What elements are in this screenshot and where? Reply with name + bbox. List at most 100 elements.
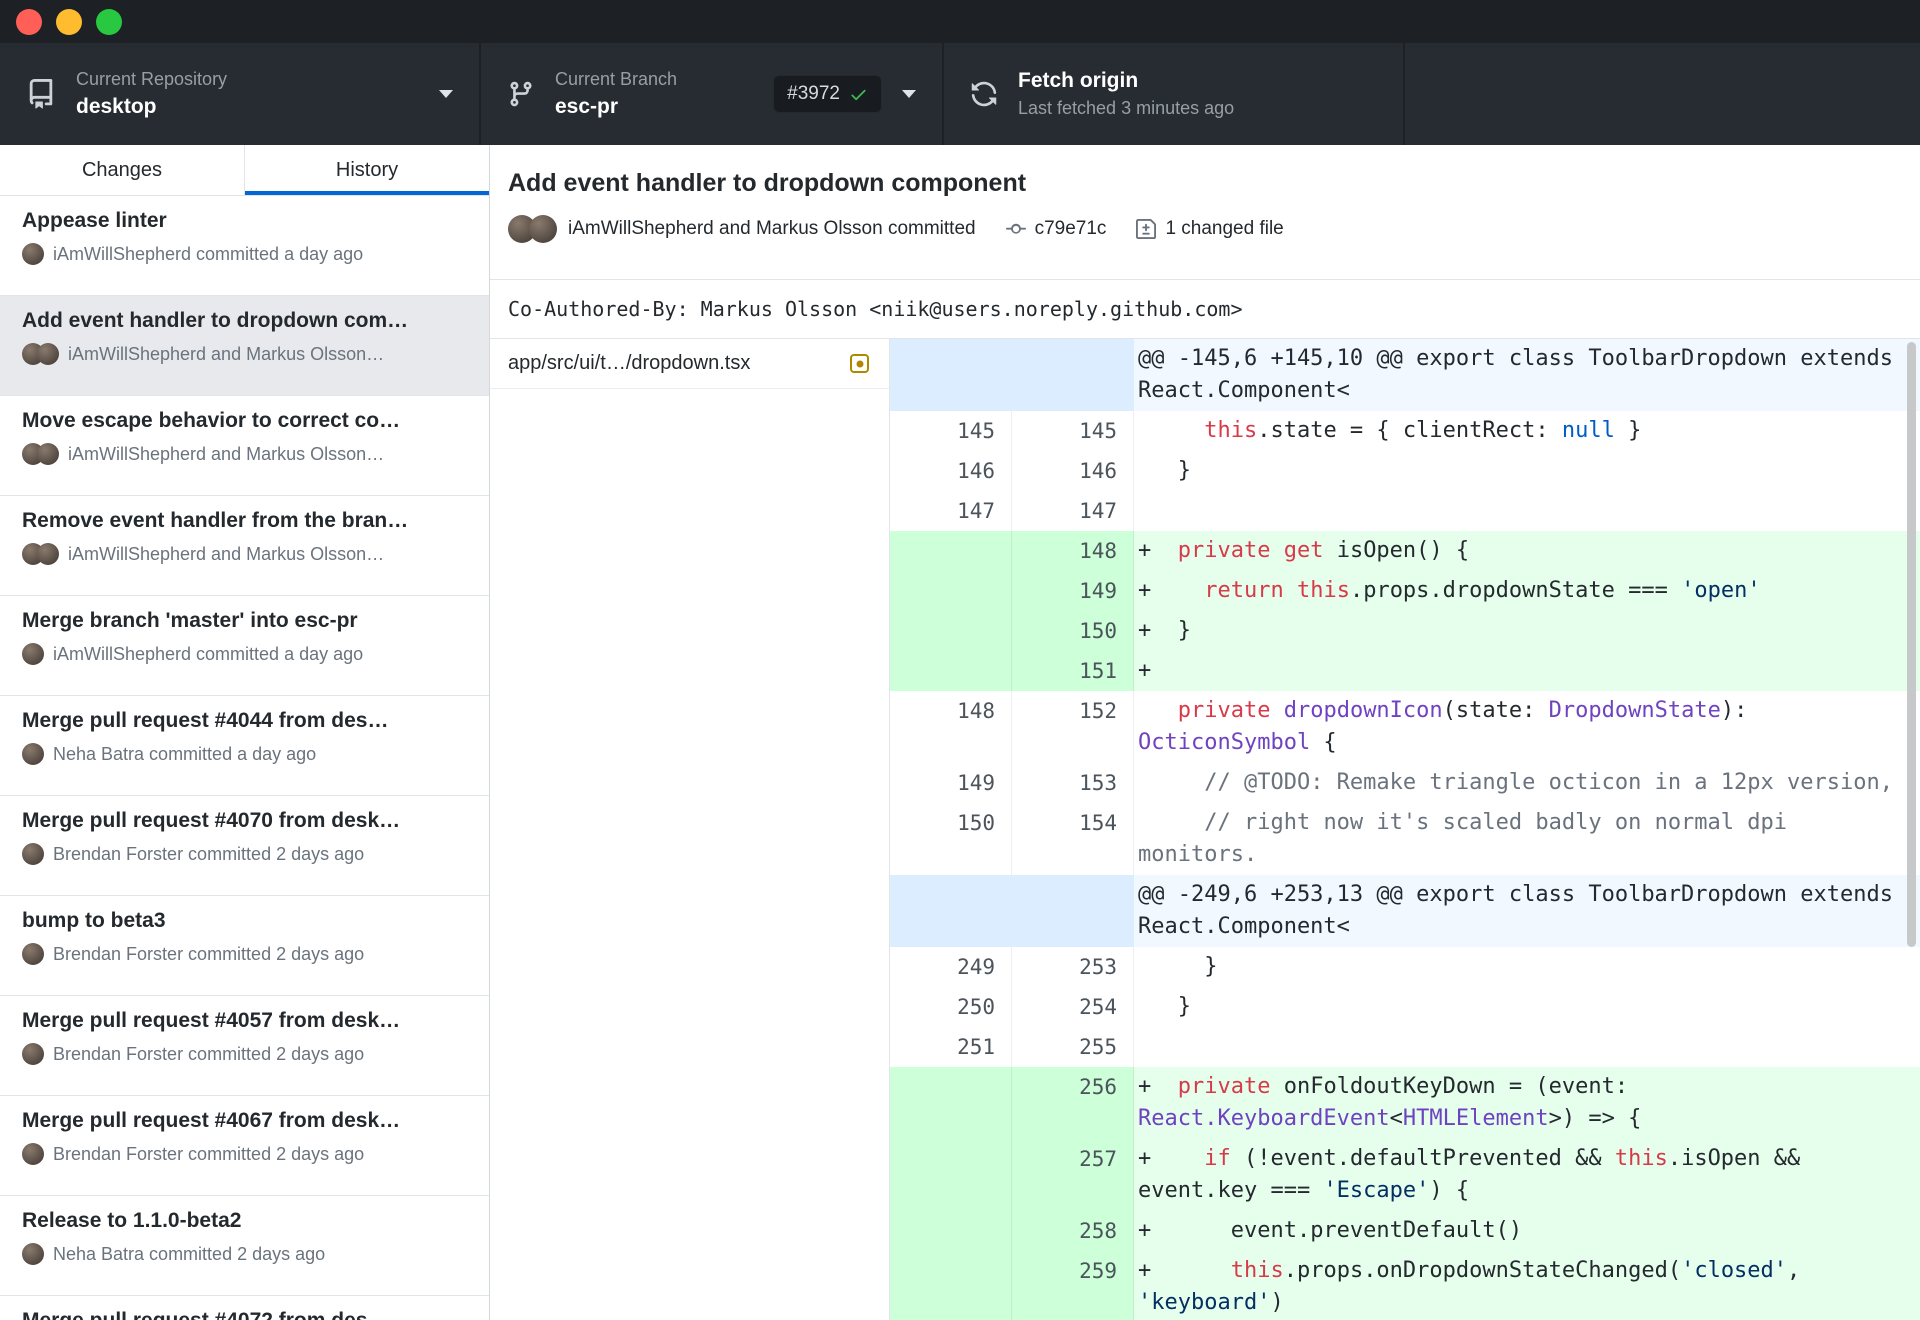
diff-hunk-header: @@ -145,6 +145,10 @@ export class Toolba…	[890, 339, 1920, 411]
commit-list-item[interactable]: Merge pull request #4070 from desk… Brend…	[0, 796, 489, 896]
committer-avatars	[22, 543, 59, 565]
diff-code-text: }	[1134, 947, 1920, 987]
committer-avatars	[22, 643, 44, 665]
commit-description: Co-Authored-By: Markus Olsson <niik@user…	[490, 279, 1920, 339]
sidebar: Changes History Appease linter iAmWillShe…	[0, 145, 490, 1320]
commit-item-title: Merge pull request #4072 from des…	[22, 1309, 469, 1320]
sidebar-tabs: Changes History	[0, 145, 489, 196]
commit-item-meta: iAmWillShepherd and Markus Olsson…	[22, 443, 469, 465]
commit-item-meta-text: iAmWillShepherd and Markus Olsson…	[68, 343, 385, 364]
fetch-origin-button[interactable]: Fetch origin Last fetched 3 minutes ago	[944, 43, 1405, 145]
committer-avatars	[22, 743, 44, 765]
zoom-button[interactable]	[96, 8, 122, 35]
commit-item-title: Merge pull request #4057 from desk…	[22, 1009, 401, 1032]
diff-code-text: // right now it's scaled badly on normal…	[1134, 803, 1920, 875]
commit-list-item[interactable]: Merge pull request #4044 from des… Neha B…	[0, 696, 489, 796]
committer-avatars	[22, 843, 44, 865]
commit-title: Add event handler to dropdown component	[508, 169, 1027, 197]
old-line-number: 145	[890, 411, 1012, 451]
commit-item-title: Release to 1.1.0-beta2	[22, 1209, 242, 1232]
avatar	[22, 843, 44, 865]
commit-item-title: bump to beta3	[22, 909, 166, 932]
commit-authors: iAmWillShepherd and Markus Olsson commit…	[568, 218, 976, 239]
repository-name: desktop	[76, 95, 157, 118]
commit-item-meta-text: iAmWillShepherd committed a day ago	[53, 243, 364, 264]
new-line-number: 259	[1012, 1251, 1134, 1320]
committer-avatars	[22, 343, 59, 365]
commit-list-item[interactable]: Merge pull request #4057 from desk… Brend…	[0, 996, 489, 1096]
old-line-number: 251	[890, 1027, 1012, 1067]
commit-list-item[interactable]: Merge branch 'master' into esc-pr iAmWill…	[0, 596, 489, 696]
diff-code-text: + private get isOpen() {	[1134, 531, 1920, 571]
diff-code-text: + event.preventDefault()	[1134, 1211, 1920, 1251]
committer-avatars	[22, 1143, 44, 1165]
diff-code-text: + if (!event.defaultPrevented && this.is…	[1134, 1139, 1920, 1211]
commit-item-meta: Brendan Forster committed 2 days ago	[22, 943, 469, 965]
diff-line: 250 254 }	[890, 987, 1920, 1027]
commit-sha: c79e71c	[1034, 218, 1107, 239]
close-button[interactable]	[16, 8, 42, 35]
commit-sha-group: c79e71c	[1005, 218, 1107, 240]
commit-item-meta: Brendan Forster committed 2 days ago	[22, 1043, 469, 1065]
file-diff-icon	[1136, 219, 1157, 239]
avatar	[529, 215, 557, 243]
old-line-number: 147	[890, 491, 1012, 531]
new-line-number: 257	[1012, 1139, 1134, 1211]
repo-icon	[26, 79, 56, 109]
diff-code-text: this.state = { clientRect: null }	[1134, 411, 1920, 451]
commit-item-title: Merge branch 'master' into esc-pr	[22, 609, 358, 632]
scrollbar-thumb[interactable]	[1907, 342, 1916, 947]
commit-item-title: Add event handler to dropdown com…	[22, 309, 409, 332]
diff-code-text: // @TODO: Remake triangle octicon in a 1…	[1134, 763, 1920, 803]
avatar	[22, 1143, 44, 1165]
new-line-number: 145	[1012, 411, 1134, 451]
app-body: Changes History Appease linter iAmWillShe…	[0, 145, 1920, 1320]
avatar	[22, 1243, 44, 1265]
avatar	[37, 343, 59, 365]
diff-line: 258 + event.preventDefault()	[890, 1211, 1920, 1251]
commit-list-item[interactable]: Merge pull request #4072 from des…	[0, 1296, 489, 1320]
branch-picker[interactable]: Current Branch esc-pr #3972	[481, 43, 944, 145]
diff-content: app/src/ui/t…/dropdown.tsx @@ -145,6 +14…	[490, 339, 1920, 1320]
commit-list-item[interactable]: Appease linter iAmWillShepherd committed …	[0, 196, 489, 296]
diff-scrollbar[interactable]	[1907, 342, 1916, 1317]
new-line-number: 255	[1012, 1027, 1134, 1067]
new-line-number: 146	[1012, 451, 1134, 491]
file-row[interactable]: app/src/ui/t…/dropdown.tsx	[490, 339, 889, 389]
committer-avatars	[22, 1043, 44, 1065]
changed-file-list: app/src/ui/t…/dropdown.tsx	[490, 339, 890, 1320]
old-line-number: 249	[890, 947, 1012, 987]
commit-item-meta: iAmWillShepherd and Markus Olsson…	[22, 543, 469, 565]
repository-picker[interactable]: Current Repository desktop	[0, 43, 481, 145]
new-line-number: 153	[1012, 763, 1134, 803]
diff-code-text: + private onFoldoutKeyDown = (event: Rea…	[1134, 1067, 1920, 1139]
commit-list-item[interactable]: bump to beta3 Brendan Forster committed 2…	[0, 896, 489, 996]
commit-list-item[interactable]: Move escape behavior to correct co… iAmWi…	[0, 396, 489, 496]
commit-item-meta: iAmWillShepherd committed a day ago	[22, 243, 469, 265]
commit-item-meta-text: Brendan Forster committed 2 days ago	[53, 843, 365, 864]
commit-history-list: Appease linter iAmWillShepherd committed …	[0, 196, 489, 1320]
pr-number: #3972	[787, 83, 840, 104]
commit-list-item[interactable]: Add event handler to dropdown com… iAmWil…	[0, 296, 489, 396]
committer-avatars	[22, 443, 59, 465]
avatar	[22, 1043, 44, 1065]
new-line-number: 152	[1012, 691, 1134, 763]
commit-item-meta-text: Brendan Forster committed 2 days ago	[53, 1043, 365, 1064]
minimize-button[interactable]	[56, 8, 82, 35]
diff-line: 150 154 // right now it's scaled badly on…	[890, 803, 1920, 875]
repository-label: Current Repository	[76, 69, 228, 89]
tab-history[interactable]: History	[245, 145, 489, 195]
diff-view: @@ -145,6 +145,10 @@ export class Toolba…	[890, 339, 1920, 1320]
commit-list-item[interactable]: Merge pull request #4067 from desk… Brend…	[0, 1096, 489, 1196]
commit-list-item[interactable]: Release to 1.1.0-beta2 Neha Batra committ…	[0, 1196, 489, 1296]
diff-line: 151 +	[890, 651, 1920, 691]
tab-changes[interactable]: Changes	[0, 145, 245, 195]
diff-line: 146 146 }	[890, 451, 1920, 491]
diff-code-text: + }	[1134, 611, 1920, 651]
commit-item-meta: Brendan Forster committed 2 days ago	[22, 1143, 469, 1165]
commit-item-title: Move escape behavior to correct co…	[22, 409, 401, 432]
diff-line: 256 + private onFoldoutKeyDown = (event: …	[890, 1067, 1920, 1139]
commit-item-meta-text: iAmWillShepherd and Markus Olsson…	[68, 443, 385, 464]
commit-list-item[interactable]: Remove event handler from the bran… iAmWi…	[0, 496, 489, 596]
